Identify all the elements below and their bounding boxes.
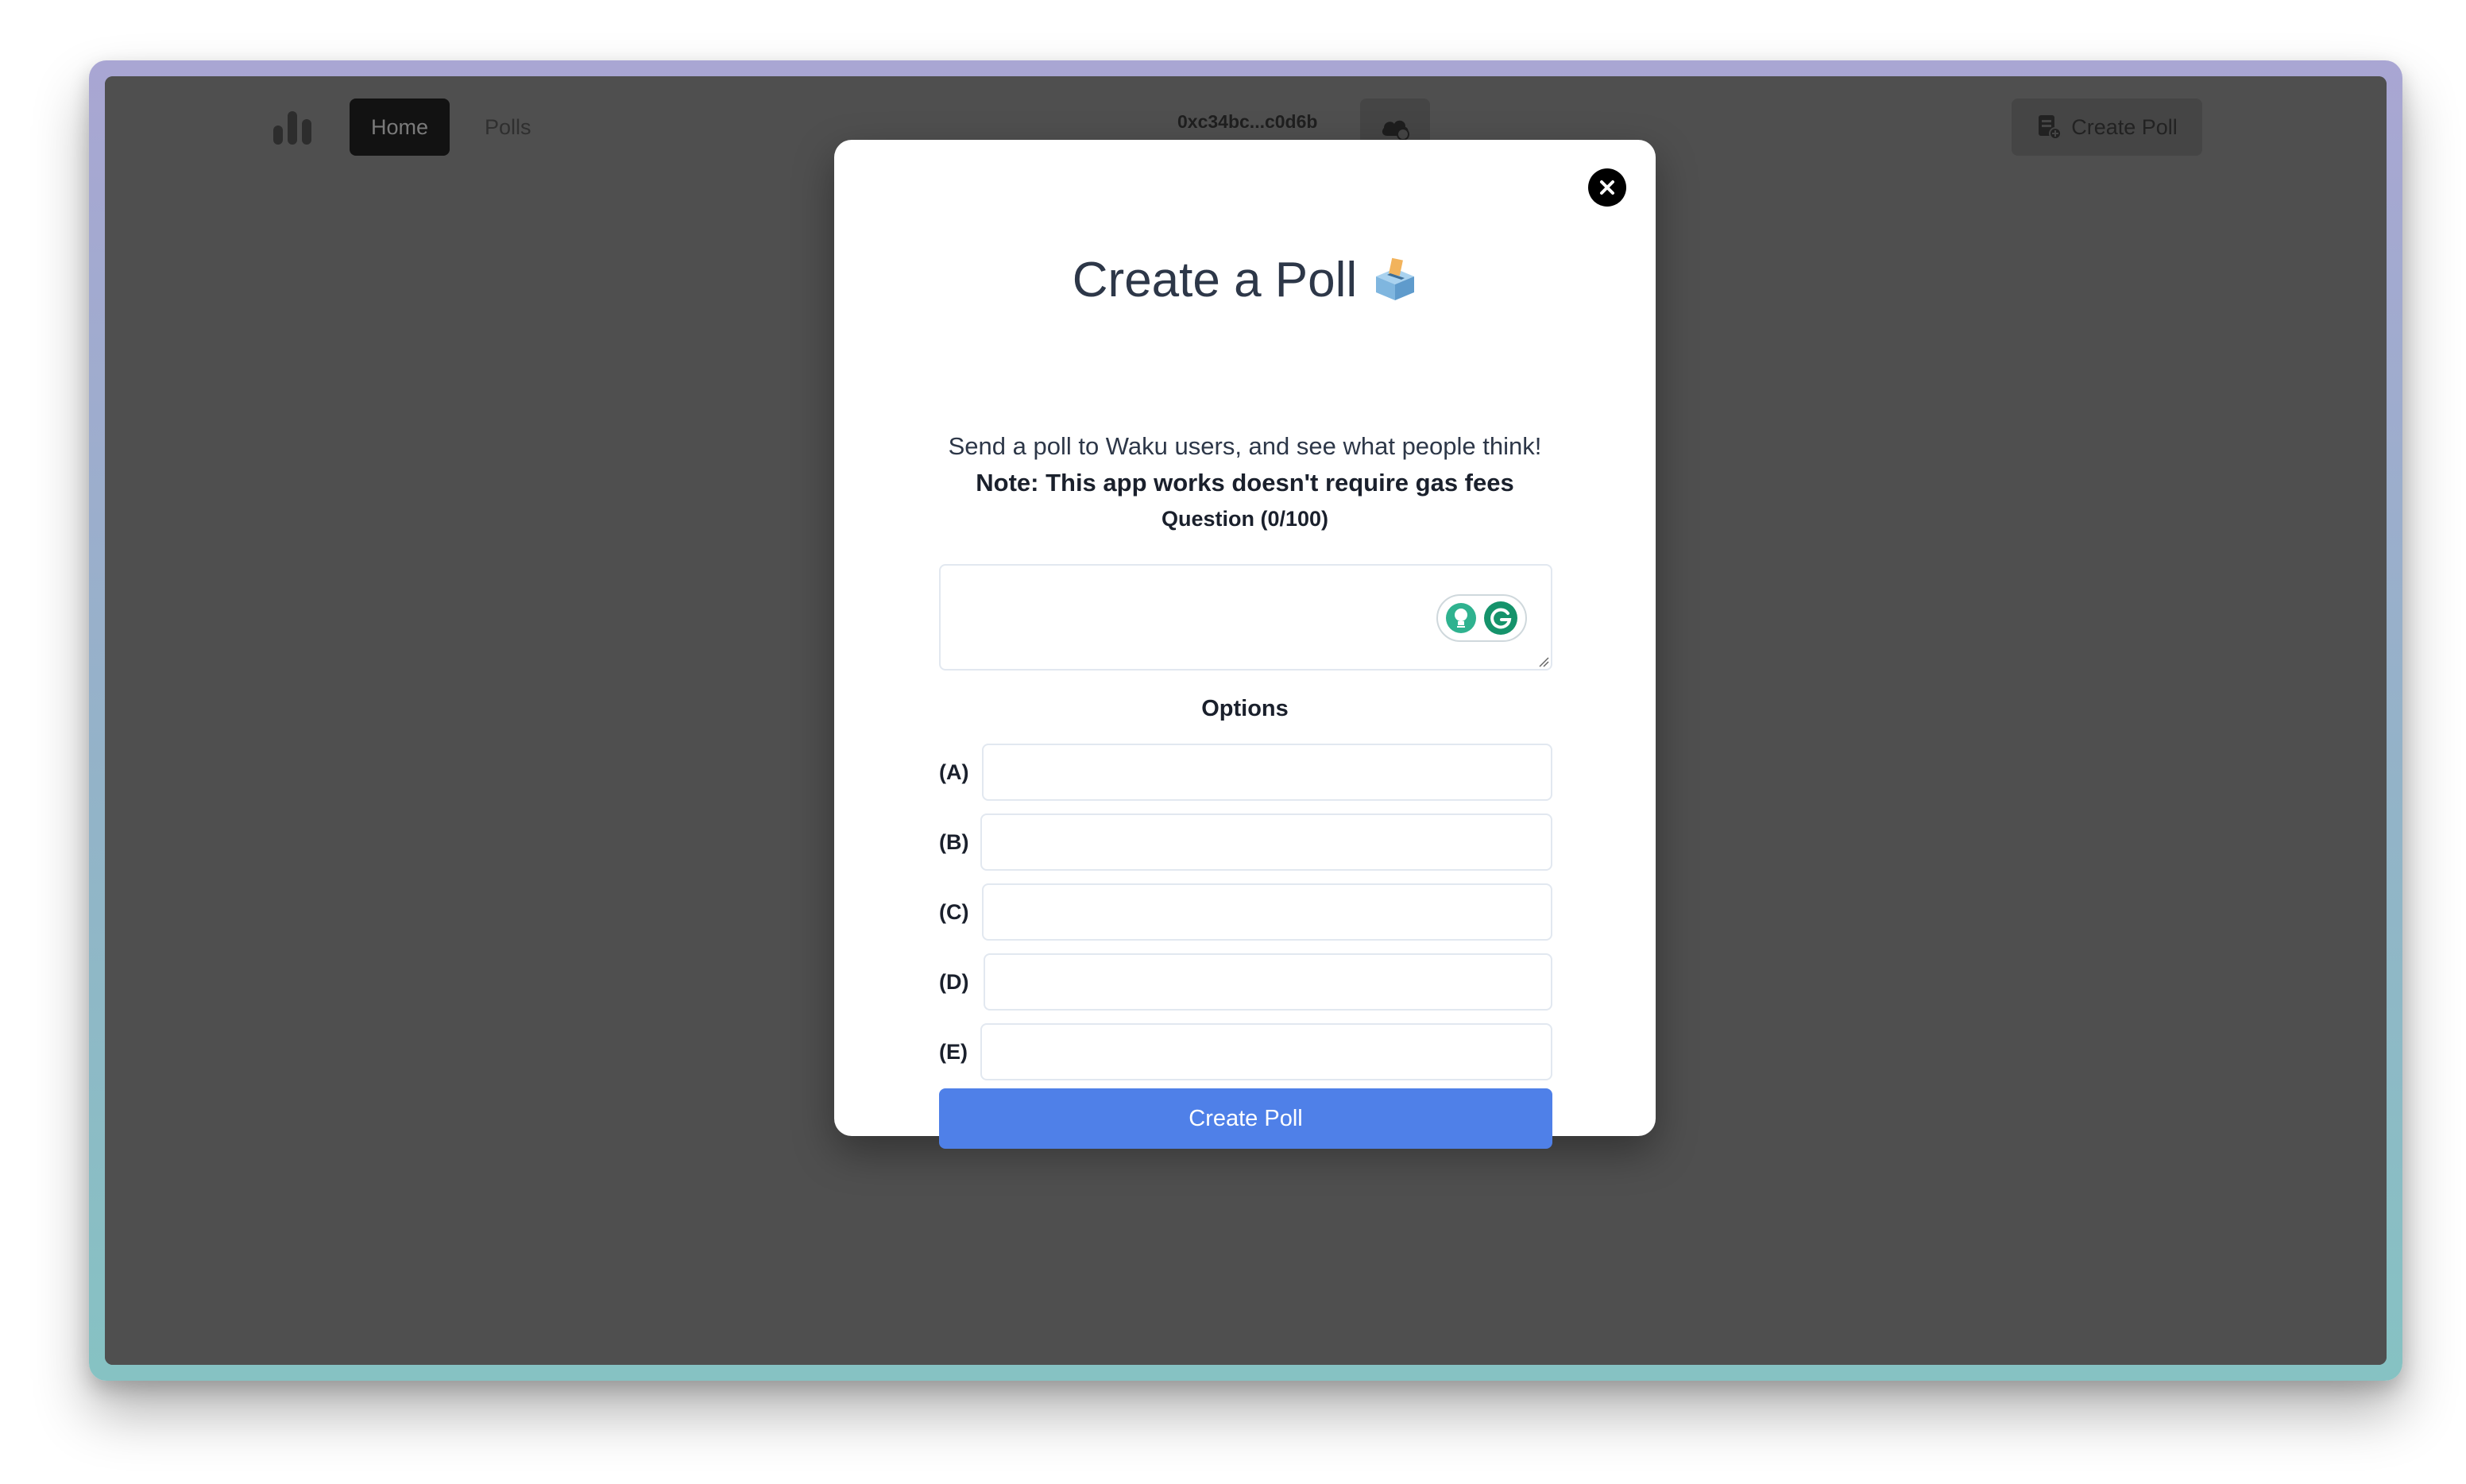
option-letter: (E) bbox=[939, 1039, 968, 1064]
option-row-b: (B) bbox=[939, 813, 1552, 871]
browser-window: Home Polls 0xc34bc...c0d6b Create Poll C… bbox=[89, 60, 2402, 1381]
question-label: Question (0/100) bbox=[1161, 507, 1329, 531]
modal-subtitle: Send a poll to Waku users, and see what … bbox=[948, 432, 1542, 460]
option-row-c: (C) bbox=[939, 883, 1552, 941]
option-letter: (A) bbox=[939, 759, 969, 784]
modal-title-text: Create a Poll bbox=[1072, 252, 1358, 307]
option-letter: (C) bbox=[939, 899, 969, 924]
modal-title: Create a Poll bbox=[834, 248, 1656, 311]
option-letter: (D) bbox=[939, 969, 969, 994]
close-button[interactable] bbox=[1588, 168, 1626, 207]
option-letter: (B) bbox=[939, 829, 969, 854]
app-surface: Home Polls 0xc34bc...c0d6b Create Poll C… bbox=[105, 76, 2387, 1365]
document-add-icon bbox=[2039, 115, 2062, 140]
option-b-input[interactable] bbox=[980, 813, 1552, 871]
cloud-icon bbox=[1382, 120, 1409, 141]
create-poll-button[interactable]: Create Poll bbox=[939, 1088, 1552, 1149]
option-e-input[interactable] bbox=[980, 1023, 1552, 1080]
option-c-input[interactable] bbox=[982, 883, 1552, 941]
option-d-input[interactable] bbox=[984, 953, 1552, 1011]
option-row-d: (D) bbox=[939, 953, 1552, 1011]
option-row-e: (E) bbox=[939, 1023, 1552, 1080]
options-label: Options bbox=[1201, 696, 1289, 721]
close-icon bbox=[1600, 180, 1614, 195]
gas-fee-note: Note: This app works doesn't require gas… bbox=[976, 469, 1514, 497]
nav-create-poll-label: Create Poll bbox=[2071, 114, 2178, 139]
bar-chart-logo-icon[interactable] bbox=[273, 111, 313, 145]
ballot-box-icon bbox=[1376, 257, 1415, 300]
nav-polls-link[interactable]: Polls bbox=[485, 99, 531, 156]
create-poll-modal: Create a Poll Send a poll to Waku users,… bbox=[834, 140, 1656, 1149]
option-a-input[interactable] bbox=[982, 744, 1552, 801]
nav-home-link[interactable]: Home bbox=[350, 99, 450, 156]
question-textarea[interactable] bbox=[939, 564, 1552, 671]
wallet-address: 0xc34bc...c0d6b bbox=[1177, 111, 1318, 132]
option-row-a: (A) bbox=[939, 744, 1552, 801]
nav-create-poll-button[interactable]: Create Poll bbox=[2012, 99, 2202, 156]
